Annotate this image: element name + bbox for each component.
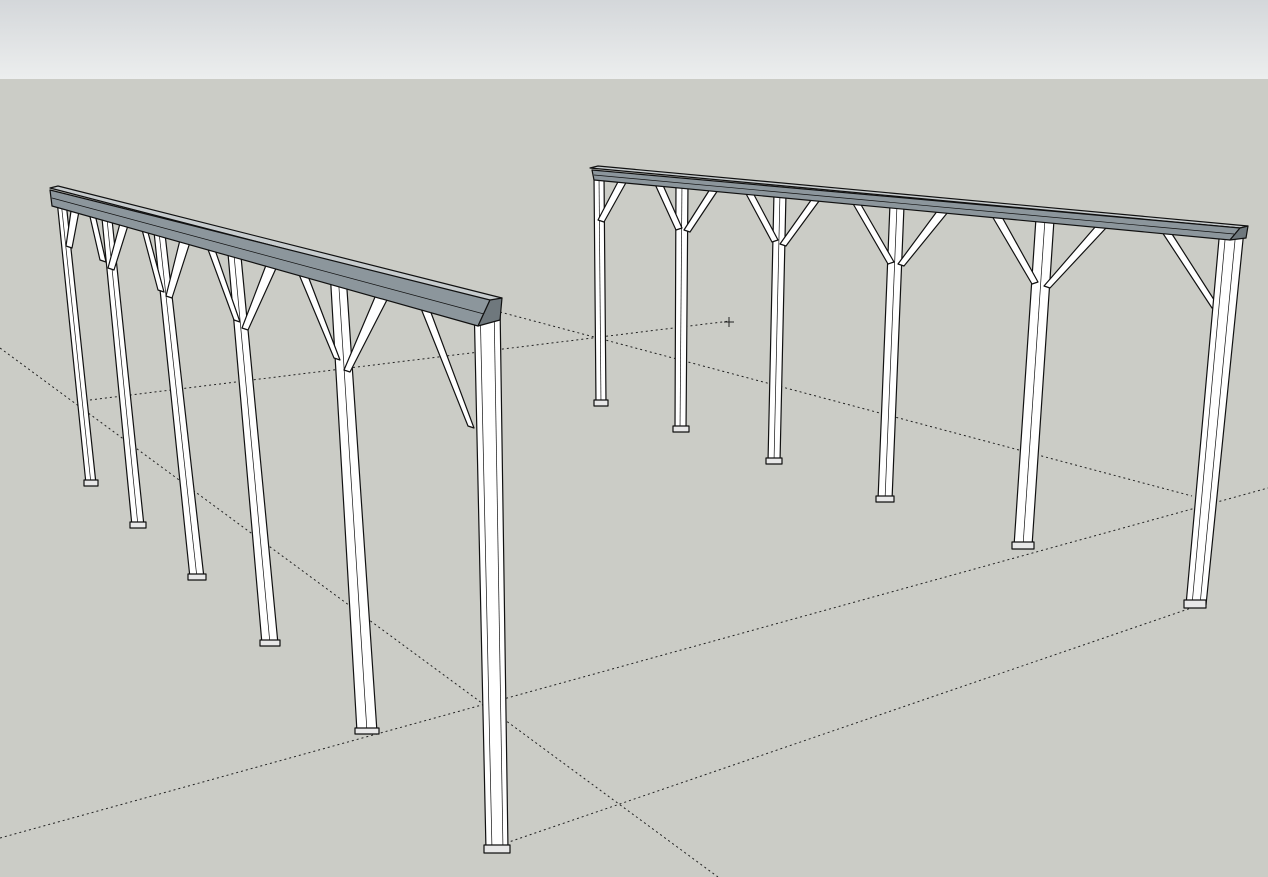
column[interactable] — [329, 269, 380, 735]
drawing-axes — [0, 311, 1268, 877]
3d-scene[interactable] — [0, 0, 1268, 877]
left-frame[interactable] — [49, 185, 511, 854]
axis-line — [89, 320, 731, 401]
corner-column[interactable] — [1183, 227, 1245, 609]
column[interactable] — [56, 199, 99, 487]
column[interactable] — [100, 207, 147, 529]
corner-column[interactable] — [473, 299, 511, 854]
modeling-viewport[interactable] — [0, 0, 1268, 877]
column[interactable] — [1011, 217, 1055, 550]
axis-origin-marker — [724, 317, 734, 327]
axis-line — [505, 604, 1201, 844]
right-frame[interactable] — [589, 165, 1249, 609]
